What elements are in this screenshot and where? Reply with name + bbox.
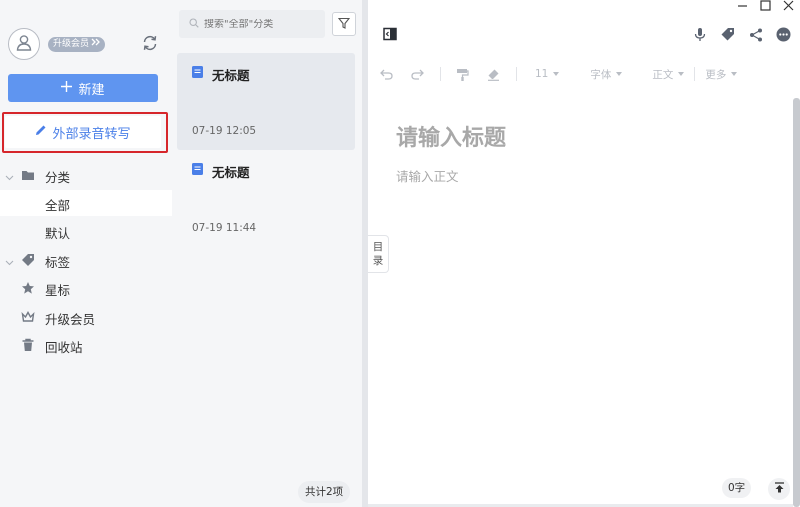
chevron-down-icon[interactable] xyxy=(5,255,14,266)
toolbar-divider xyxy=(694,67,696,81)
nav-trash-label: 回收站 xyxy=(45,340,83,355)
note-list-item[interactable]: 无标题 07-19 12:05 xyxy=(177,53,355,150)
toc-label-2: 录 xyxy=(372,255,384,267)
arrow-up-icon xyxy=(774,482,785,496)
nav-starred-label: 星标 xyxy=(45,283,71,298)
font-family-select[interactable]: 字体 xyxy=(590,67,623,82)
scrollbar[interactable] xyxy=(793,98,800,507)
scroll-to-top-button[interactable] xyxy=(768,478,790,500)
note-title: 无标题 xyxy=(212,165,250,180)
tag-icon xyxy=(21,253,35,267)
window-controls xyxy=(737,0,794,14)
paragraph-style-select[interactable]: 正文 xyxy=(652,67,685,82)
nav-tags-label: 标签 xyxy=(45,255,71,270)
note-title-input[interactable] xyxy=(396,123,776,153)
nav-upgrade[interactable]: 升级会员 xyxy=(0,304,172,330)
crown-icon xyxy=(21,310,35,324)
word-count: 0字 xyxy=(722,478,752,498)
share-icon[interactable] xyxy=(747,26,764,43)
nav-starred[interactable]: 星标 xyxy=(0,275,172,301)
table-of-contents-tab[interactable]: 目 录 xyxy=(368,235,389,273)
nav-categories[interactable]: 分类 xyxy=(0,162,172,188)
eraser-icon[interactable] xyxy=(487,68,500,81)
toc-label-1: 目 xyxy=(372,241,384,253)
plus-icon xyxy=(61,80,73,96)
caret-down-icon xyxy=(616,72,623,76)
note-list-item[interactable]: 无标题 07-19 11:44 xyxy=(177,150,355,247)
vip-badge-label: 升级会员 xyxy=(53,39,90,49)
filter-button[interactable] xyxy=(332,12,356,36)
note-count: 共计2项 xyxy=(298,481,351,503)
nav-upgrade-label: 升级会员 xyxy=(45,312,96,327)
transcribe-label: 外部录音转写 xyxy=(52,126,131,142)
nav-tags[interactable]: 标签 xyxy=(0,247,172,273)
search-icon xyxy=(189,17,199,31)
external-recording-transcribe-button[interactable]: 外部录音转写 xyxy=(5,116,161,148)
user-icon xyxy=(16,34,32,54)
chevron-down-icon[interactable] xyxy=(5,170,14,181)
caret-down-icon xyxy=(678,72,685,76)
folder-icon xyxy=(21,168,35,182)
caret-down-icon xyxy=(731,72,738,76)
search-box[interactable] xyxy=(179,10,325,38)
star-icon xyxy=(21,281,35,295)
new-note-button[interactable]: 新建 xyxy=(8,74,158,102)
nav-categories-label: 分类 xyxy=(45,170,71,185)
note-body-input[interactable] xyxy=(396,166,776,186)
font-size-select[interactable]: 11 xyxy=(535,68,560,80)
upgrade-vip-badge[interactable]: 升级会员 xyxy=(48,37,106,52)
double-chevron-right-icon xyxy=(91,37,100,52)
font-family-value: 字体 xyxy=(590,68,612,81)
document-icon xyxy=(192,66,203,78)
more-options-icon[interactable] xyxy=(775,26,792,43)
more-format-label: 更多 xyxy=(705,68,727,81)
toolbar-divider xyxy=(516,67,517,81)
note-title: 无标题 xyxy=(212,68,250,83)
note-date: 07-19 11:44 xyxy=(192,222,257,234)
editor-panel: 11 字体 正文 更多 目 录 0字 xyxy=(368,0,800,507)
redo-icon[interactable] xyxy=(411,69,424,80)
close-icon[interactable] xyxy=(783,0,794,14)
nav-default[interactable]: 默认 xyxy=(0,218,172,244)
toolbar-divider xyxy=(440,67,441,81)
microphone-icon[interactable] xyxy=(691,26,708,43)
font-size-value: 11 xyxy=(535,68,549,80)
new-note-label: 新建 xyxy=(78,82,105,98)
paragraph-style-value: 正文 xyxy=(652,68,674,81)
format-toolbar: 11 字体 正文 更多 xyxy=(380,64,780,84)
minimize-icon[interactable] xyxy=(737,0,748,14)
caret-down-icon xyxy=(553,72,560,76)
avatar[interactable] xyxy=(8,28,40,60)
maximize-icon[interactable] xyxy=(760,0,771,14)
undo-icon[interactable] xyxy=(380,69,393,80)
nav-all[interactable]: 全部 xyxy=(0,190,172,216)
document-icon xyxy=(192,163,203,175)
search-input[interactable] xyxy=(204,18,324,30)
more-format-menu[interactable]: 更多 xyxy=(705,67,738,82)
nav-default-label: 默认 xyxy=(45,226,71,241)
editor-top-tools xyxy=(691,26,792,43)
trash-icon xyxy=(21,338,35,352)
nav-trash[interactable]: 回收站 xyxy=(0,332,172,358)
sidebar: 升级会员 新建 外部录音转写 分类 全部 默认 标签 星标 升级会员 回收站 xyxy=(0,0,172,507)
filter-icon xyxy=(337,17,351,32)
nav-all-label: 全部 xyxy=(45,198,71,213)
note-date: 07-19 12:05 xyxy=(192,125,257,137)
format-painter-icon[interactable] xyxy=(456,68,469,81)
pencil-icon xyxy=(35,124,47,140)
sidebar-toggle-icon[interactable] xyxy=(380,25,400,43)
tag-icon[interactable] xyxy=(719,26,736,43)
sync-icon[interactable] xyxy=(141,34,159,52)
note-list-panel: 无标题 07-19 12:05 无标题 07-19 11:44 共计2项 xyxy=(172,0,362,507)
